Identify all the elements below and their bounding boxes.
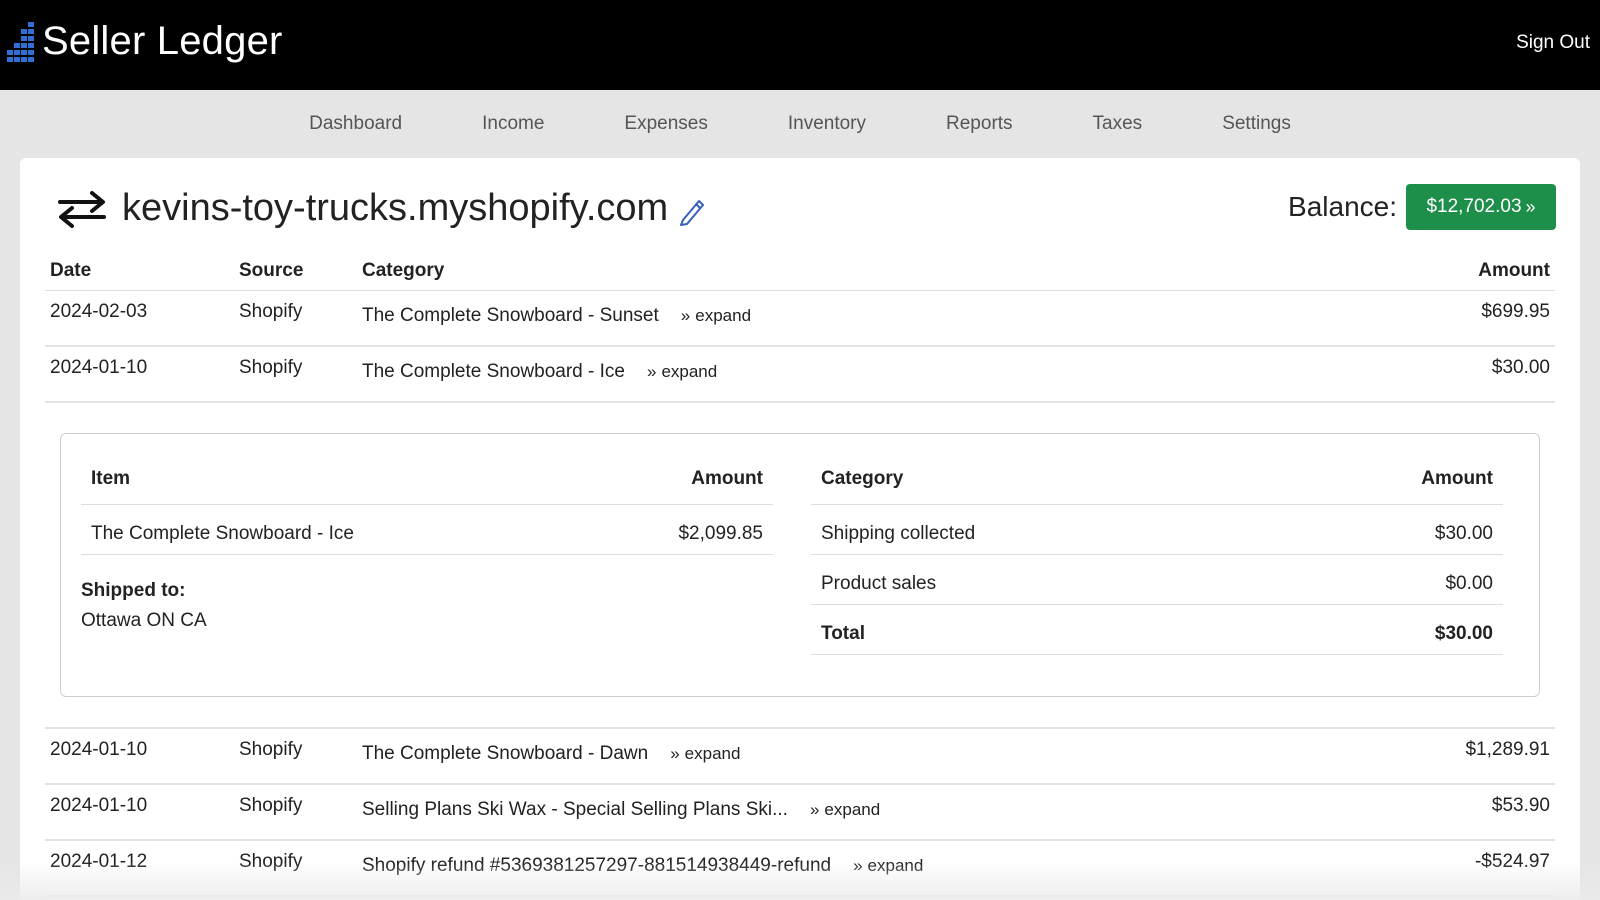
nav-inventory[interactable]: Inventory <box>788 113 866 135</box>
transfer-arrows-icon <box>56 189 108 229</box>
items-table: Item Amount The Complete Snowboard - Ice… <box>81 434 773 555</box>
row-category: The Complete Snowboard - Sunset » expand <box>362 290 1391 347</box>
row-source: Shopify <box>239 346 362 403</box>
double-chevron-right-icon: » <box>646 362 657 381</box>
detail-row: Item Amount The Complete Snowboard - Ice… <box>45 402 1555 729</box>
col-date[interactable]: Date <box>45 250 239 291</box>
row-category-text: The Complete Snowboard - Dawn <box>362 743 649 764</box>
item-row: The Complete Snowboard - Ice $2,099.85 <box>81 504 773 555</box>
row-source: Shopify <box>239 728 362 785</box>
category-row: Product sales $0.00 <box>811 554 1503 605</box>
row-category-text: Selling Plans Ski Wax - Special Selling … <box>362 799 788 820</box>
row-amount: $30.00 <box>1390 346 1555 403</box>
row-category-text: The Complete Snowboard - Sunset <box>362 304 659 326</box>
total-row: Total $30.00 <box>811 604 1503 655</box>
expand-label: expand <box>684 744 741 763</box>
category-row: Shipping collected $30.00 <box>811 504 1503 555</box>
expand-toggle[interactable]: » expand <box>681 306 751 326</box>
category-amount: $0.00 <box>1272 554 1503 605</box>
double-chevron-right-icon: » <box>853 856 863 875</box>
shipped-to-address: Ottawa ON CA <box>81 610 207 631</box>
balance-area: Balance: $12,702.03 » <box>1288 184 1556 230</box>
category-name: Shipping collected <box>811 504 1273 555</box>
transaction-detail-panel: Item Amount The Complete Snowboard - Ice… <box>60 433 1540 697</box>
balance-button[interactable]: $12,702.03 » <box>1406 184 1556 230</box>
total-label: Total <box>811 604 1273 655</box>
double-chevron-right-icon: » <box>680 305 691 325</box>
row-source: Shopify <box>239 290 362 347</box>
expand-label: expand <box>661 362 718 381</box>
main-nav: Dashboard Income Expenses Inventory Repo… <box>0 90 1600 158</box>
transactions-table: Date Source Category Amount 2024-02-03 S… <box>45 250 1555 897</box>
table-row[interactable]: 2024-02-03 Shopify The Complete Snowboar… <box>45 290 1555 347</box>
app-name: Seller Ledger <box>42 18 283 63</box>
expand-label: expand <box>824 800 881 819</box>
cat-col-category: Category <box>811 434 1273 505</box>
content-card: kevins-toy-trucks.myshopify.com Balance:… <box>20 158 1580 900</box>
expand-toggle[interactable]: » expand <box>670 744 740 764</box>
category-name: Product sales <box>811 554 1273 605</box>
row-category: The Complete Snowboard - Ice » expand <box>362 346 1391 403</box>
total-amount: $30.00 <box>1272 604 1503 655</box>
row-category: The Complete Snowboard - Dawn » expand <box>362 728 1391 785</box>
row-amount: $53.90 <box>1390 784 1555 841</box>
item-name: The Complete Snowboard - Ice <box>81 504 595 555</box>
cat-col-amount: Amount <box>1272 434 1503 505</box>
double-chevron-right-icon: » <box>1525 196 1536 217</box>
row-category: Shopify refund #5369381257297-8815149384… <box>362 840 1391 897</box>
row-category-text: The Complete Snowboard - Ice <box>362 361 625 382</box>
nav-settings[interactable]: Settings <box>1222 113 1291 135</box>
nav-taxes[interactable]: Taxes <box>1093 113 1143 135</box>
nav-expenses[interactable]: Expenses <box>624 113 707 135</box>
table-header-row: Date Source Category Amount <box>45 250 1555 291</box>
row-date: 2024-01-12 <box>45 840 239 897</box>
double-chevron-right-icon: » <box>809 800 820 819</box>
nav-reports[interactable]: Reports <box>946 113 1013 135</box>
row-amount: $699.95 <box>1390 290 1555 347</box>
double-chevron-right-icon: » <box>670 744 680 763</box>
nav-income[interactable]: Income <box>482 113 544 135</box>
row-source: Shopify <box>239 784 362 841</box>
account-title: kevins-toy-trucks.myshopify.com <box>122 187 669 229</box>
top-bar: Seller Ledger Sign Out <box>0 0 1600 90</box>
expand-toggle[interactable]: » expand <box>853 856 923 876</box>
row-amount: -$524.97 <box>1390 840 1555 897</box>
table-row[interactable]: 2024-01-12 Shopify Shopify refund #53693… <box>45 840 1555 897</box>
detail-cell: Item Amount The Complete Snowboard - Ice… <box>45 402 1555 729</box>
pencil-edit-icon[interactable] <box>678 196 706 231</box>
items-col-item: Item <box>81 434 595 505</box>
row-date: 2024-01-10 <box>45 346 239 403</box>
col-category[interactable]: Category <box>362 250 1391 291</box>
balance-label: Balance: <box>1288 191 1397 222</box>
table-row[interactable]: 2024-01-10 Shopify Selling Plans Ski Wax… <box>45 784 1555 841</box>
nav-dashboard[interactable]: Dashboard <box>309 113 402 135</box>
row-date: 2024-01-10 <box>45 784 239 841</box>
item-amount: $2,099.85 <box>594 504 773 555</box>
ledger-logo-icon <box>7 22 34 62</box>
app-logo[interactable]: Seller Ledger <box>6 18 283 64</box>
balance-value: $12,702.03 <box>1426 196 1522 217</box>
table-row[interactable]: 2024-01-10 Shopify The Complete Snowboar… <box>45 728 1555 785</box>
col-source[interactable]: Source <box>239 250 362 291</box>
sign-out-link[interactable]: Sign Out <box>1516 32 1590 54</box>
row-amount: $1,289.91 <box>1390 728 1555 785</box>
category-amount: $30.00 <box>1272 504 1503 555</box>
category-breakdown-table: Category Amount Shipping collected $30.0… <box>811 434 1503 655</box>
row-date: 2024-02-03 <box>45 290 239 347</box>
shipped-to: Shipped to: Ottawa ON CA <box>81 576 207 636</box>
expand-label: expand <box>867 856 924 875</box>
row-category: Selling Plans Ski Wax - Special Selling … <box>362 784 1391 841</box>
row-date: 2024-01-10 <box>45 728 239 785</box>
expand-toggle[interactable]: » expand <box>647 362 717 382</box>
account-header: kevins-toy-trucks.myshopify.com <box>56 186 706 231</box>
expand-label: expand <box>695 305 752 325</box>
row-source: Shopify <box>239 840 362 897</box>
shipped-to-label: Shipped to: <box>81 580 186 601</box>
expand-toggle[interactable]: » expand <box>810 800 880 820</box>
items-col-amount: Amount <box>594 434 773 505</box>
table-row[interactable]: 2024-01-10 Shopify The Complete Snowboar… <box>45 346 1555 403</box>
row-category-text: Shopify refund #5369381257297-8815149384… <box>362 855 832 876</box>
col-amount[interactable]: Amount <box>1390 250 1555 291</box>
